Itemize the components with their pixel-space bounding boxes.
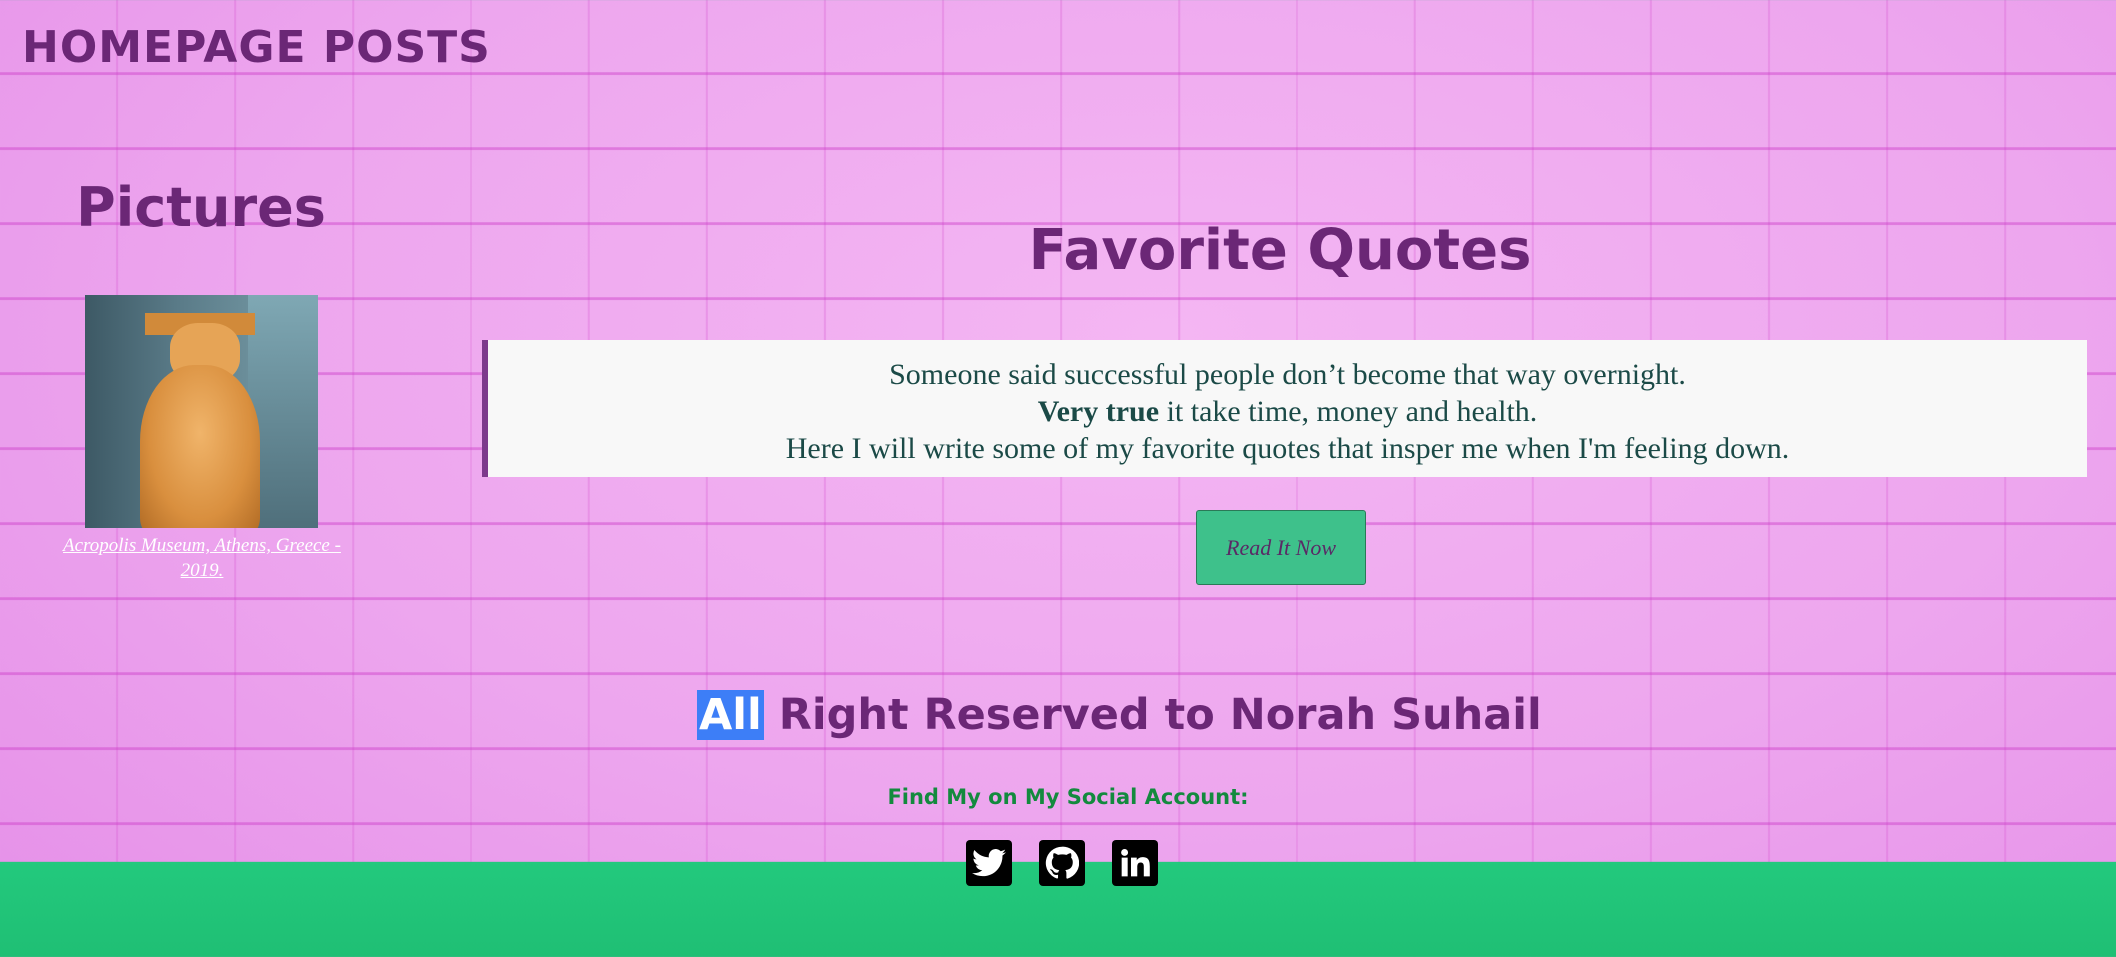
quote-line-2: Very true it take time, money and health…: [488, 393, 2087, 430]
rights-reserved-text: All Right Reserved to Norah Suhail: [697, 690, 1542, 740]
acropolis-photo: [85, 295, 318, 528]
quote-line-3: Here I will write some of my favorite qu…: [785, 432, 1790, 465]
favorite-quotes-heading: Favorite Quotes: [1028, 218, 1532, 283]
quote-line-2-rest: it take time, money and health.: [1159, 395, 1538, 428]
selected-text: All: [697, 690, 764, 740]
pictures-heading: Pictures: [76, 176, 326, 239]
quote-block: Someone said successful people don’t bec…: [482, 340, 2087, 477]
read-it-now-button[interactable]: Read It Now: [1196, 510, 1366, 585]
linkedin-icon[interactable]: [1112, 840, 1158, 886]
site-title: HOMEPAGE POSTS: [22, 22, 491, 73]
rights-rest: Right Reserved to Norah Suhail: [763, 690, 1542, 740]
github-icon[interactable]: [1039, 840, 1085, 886]
photo-caption-link[interactable]: Acropolis Museum, Athens, Greece - 2019.: [40, 533, 364, 583]
twitter-icon[interactable]: [966, 840, 1012, 886]
quote-emphasis: Very true: [1037, 395, 1160, 428]
social-account-label: Find My on My Social Account:: [887, 785, 1249, 809]
quote-line-1: Someone said successful people don’t bec…: [889, 358, 1686, 391]
